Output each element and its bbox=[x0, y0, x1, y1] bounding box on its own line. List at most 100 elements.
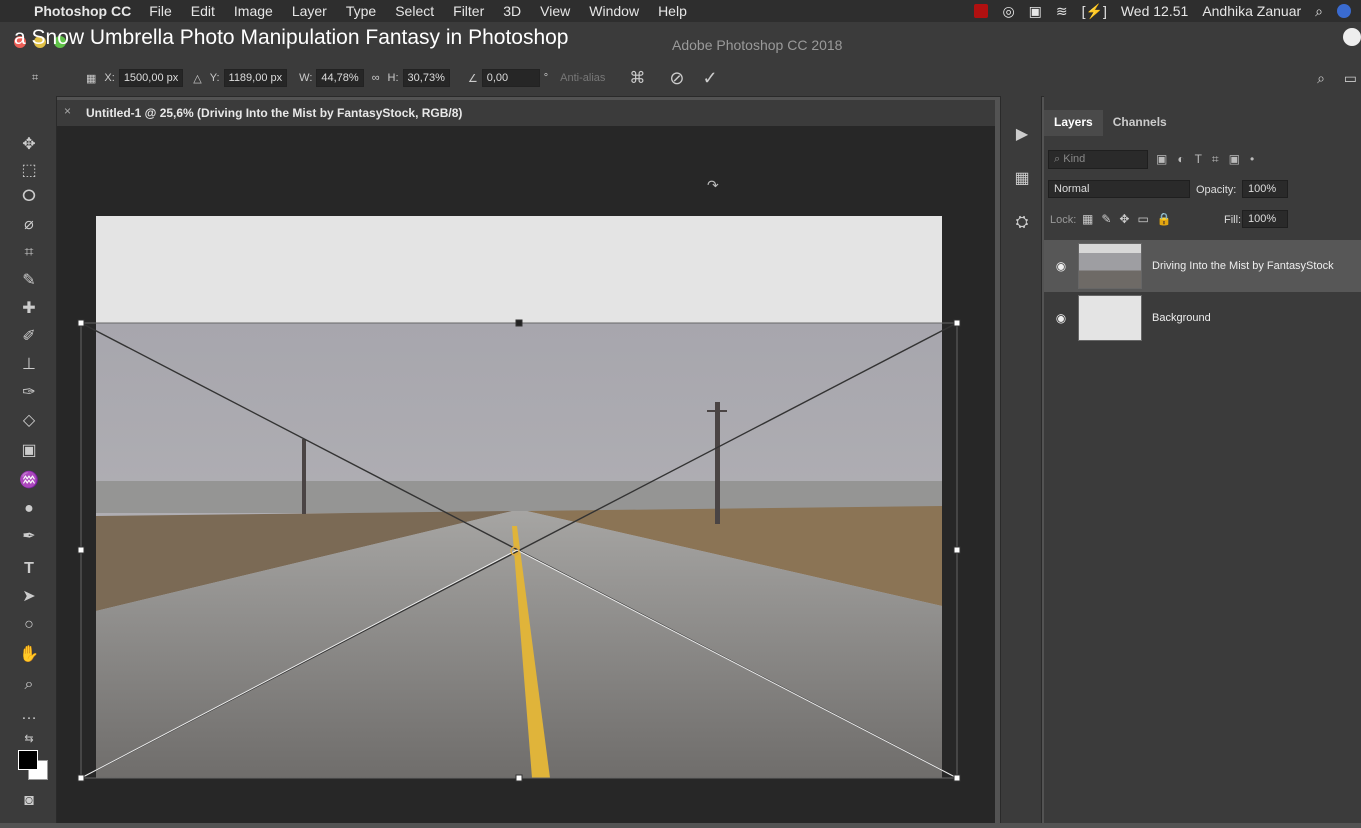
options-bar: ⌗ ▦ X: 1500,00 px △ Y: 1189,00 px W: 44,… bbox=[0, 60, 1361, 97]
foreground-color-swatch[interactable] bbox=[18, 750, 38, 770]
menu-bar: Photoshop CC File Edit Image Layer Type … bbox=[0, 0, 1361, 22]
tutorial-overlay-title: a Snow Umbrella Photo Manipulation Fanta… bbox=[14, 26, 569, 49]
eyedropper-tool-icon[interactable]: ✎ bbox=[16, 270, 42, 292]
quick-mask-icon[interactable]: ◙ bbox=[16, 790, 42, 812]
window-title: Adobe Photoshop CC 2018 bbox=[672, 37, 843, 53]
layer-thumbnail bbox=[1078, 243, 1142, 289]
delta-icon[interactable]: △ bbox=[193, 72, 201, 85]
eraser-tool-icon[interactable]: ◇ bbox=[16, 410, 42, 432]
user-name[interactable]: Andhika Zanuar bbox=[1202, 3, 1301, 19]
shape-tool-icon[interactable]: ○ bbox=[16, 614, 42, 636]
marquee-tool-icon[interactable]: ⬚ bbox=[16, 160, 42, 182]
x-label: X: bbox=[104, 72, 115, 84]
lock-label: Lock: bbox=[1050, 214, 1077, 226]
pen-tool-icon[interactable]: ✒ bbox=[16, 526, 42, 548]
crop-tool-icon[interactable]: ⌗ bbox=[16, 242, 42, 264]
menu-file[interactable]: File bbox=[149, 3, 172, 19]
brush-tool-icon[interactable]: ✐ bbox=[16, 326, 42, 348]
document-tab[interactable]: Untitled-1 @ 25,6% (Driving Into the Mis… bbox=[80, 100, 462, 126]
height-field[interactable]: 30,73% bbox=[402, 69, 450, 87]
tab-layers[interactable]: Layers bbox=[1044, 110, 1103, 136]
history-brush-tool-icon[interactable]: ✑ bbox=[16, 382, 42, 404]
visibility-eye-icon[interactable]: ◉ bbox=[1044, 259, 1078, 273]
lock-icons[interactable]: ▦✎✥▭🔒 bbox=[1082, 212, 1180, 226]
swap-colors-icon[interactable]: ⇆ bbox=[16, 728, 42, 750]
kind-filter[interactable]: ⌕ Kind bbox=[1048, 150, 1148, 169]
y-label: Y: bbox=[209, 72, 220, 84]
panel-icon-strip: ▶ ▦ ⛭ bbox=[1000, 96, 1042, 823]
more-tools-icon[interactable]: … bbox=[16, 704, 42, 726]
degree-symbol: ° bbox=[543, 72, 549, 84]
overlay-circle-icon bbox=[1343, 28, 1361, 46]
canvas-area[interactable]: ↷ bbox=[57, 126, 995, 823]
opacity-label: Opacity: bbox=[1196, 184, 1237, 196]
blend-mode-select[interactable]: Normal bbox=[1048, 180, 1190, 198]
menu-help[interactable]: Help bbox=[658, 3, 687, 19]
angle-icon: ∠ bbox=[467, 72, 478, 85]
layer-row-driving[interactable]: ◉ Driving Into the Mist by FantasyStock bbox=[1044, 240, 1361, 292]
menu-edit[interactable]: Edit bbox=[191, 3, 215, 19]
kind-filter-label: Kind bbox=[1063, 153, 1086, 165]
healing-brush-tool-icon[interactable]: ✚ bbox=[16, 298, 42, 320]
visibility-eye-icon[interactable]: ◉ bbox=[1044, 311, 1078, 325]
spotlight-search-icon[interactable]: ⌕ bbox=[1315, 3, 1323, 20]
menu-image[interactable]: Image bbox=[234, 3, 273, 19]
tools-panel: ✥ ⬚ ⵔ ⌀ ⌗ ✎ ✚ ✐ ⊥ ✑ ◇ ▣ ♒ ● ✒ T ➤ ○ ✋ ⌕ … bbox=[0, 96, 57, 823]
tab-channels[interactable]: Channels bbox=[1103, 110, 1177, 136]
link-icon[interactable]: ∞ bbox=[372, 72, 380, 84]
commit-transform-icon[interactable]: ✓ bbox=[702, 68, 717, 89]
path-selection-tool-icon[interactable]: ➤ bbox=[16, 586, 42, 608]
clock[interactable]: Wed 12.51 bbox=[1121, 3, 1188, 19]
search-icon[interactable]: ⌕ bbox=[1317, 70, 1325, 87]
dodge-tool-icon[interactable]: ● bbox=[16, 498, 42, 520]
angle-field[interactable]: 0,00 bbox=[481, 69, 540, 87]
menu-view[interactable]: View bbox=[540, 3, 570, 19]
battery-icon[interactable]: [⚡] bbox=[1082, 3, 1107, 20]
wifi-icon[interactable]: ≋ bbox=[1056, 3, 1068, 20]
blur-tool-icon[interactable]: ♒ bbox=[16, 470, 42, 492]
app-menu[interactable]: Photoshop CC bbox=[34, 3, 131, 19]
menu-select[interactable]: Select bbox=[395, 3, 434, 19]
record-icon[interactable] bbox=[974, 4, 989, 18]
menu-window[interactable]: Window bbox=[589, 3, 639, 19]
y-field[interactable]: 1189,00 px bbox=[223, 69, 288, 87]
w-label: W: bbox=[299, 72, 313, 84]
layer-name: Background bbox=[1152, 312, 1211, 324]
panel-tabs: Layers Channels bbox=[1044, 110, 1177, 136]
canvas-svg: ↷ bbox=[77, 178, 961, 782]
fill-field[interactable]: 100% bbox=[1242, 210, 1288, 228]
notification-icon[interactable]: ▣ bbox=[1029, 3, 1042, 20]
gradient-tool-icon[interactable]: ▣ bbox=[16, 440, 42, 462]
hand-tool-icon[interactable]: ✋ bbox=[16, 644, 42, 666]
x-field[interactable]: 1500,00 px bbox=[118, 69, 184, 87]
menu-layer[interactable]: Layer bbox=[292, 3, 327, 19]
workspace-icon[interactable]: ▭ bbox=[1344, 70, 1357, 87]
siri-icon[interactable] bbox=[1337, 4, 1351, 18]
layer-row-background[interactable]: ◉ Background bbox=[1044, 292, 1361, 344]
quick-selection-tool-icon[interactable]: ⌀ bbox=[16, 214, 42, 236]
properties-icon[interactable]: ⛭ bbox=[1011, 214, 1033, 236]
warp-icon[interactable]: ⌘ bbox=[629, 68, 645, 88]
opacity-field[interactable]: 100% bbox=[1242, 180, 1288, 198]
clone-stamp-tool-icon[interactable]: ⊥ bbox=[16, 354, 42, 376]
menu-type[interactable]: Type bbox=[346, 3, 376, 19]
menu-filter[interactable]: Filter bbox=[453, 3, 484, 19]
layer-thumbnail bbox=[1078, 295, 1142, 341]
transform-tool-icon[interactable]: ⌗ bbox=[32, 72, 54, 85]
width-field[interactable]: 44,78% bbox=[316, 69, 364, 87]
filter-icons[interactable]: ▣◐T⌗▣• bbox=[1156, 152, 1264, 167]
cancel-transform-icon[interactable]: ⊘ bbox=[669, 68, 684, 89]
menu-3d[interactable]: 3D bbox=[503, 3, 521, 19]
rotate-cursor-icon: ↷ bbox=[707, 178, 719, 194]
move-tool-icon[interactable]: ✥ bbox=[16, 134, 42, 156]
lasso-tool-icon[interactable]: ⵔ bbox=[16, 186, 42, 208]
layer-name: Driving Into the Mist by FantasyStock bbox=[1152, 260, 1334, 272]
reference-point-icon[interactable]: ▦ bbox=[86, 72, 96, 85]
antialias-checkbox[interactable]: Anti-alias bbox=[560, 72, 605, 84]
play-actions-icon[interactable]: ▶ bbox=[1011, 124, 1033, 146]
creative-cloud-icon[interactable]: ◎ bbox=[1002, 3, 1014, 20]
close-tab-icon[interactable]: × bbox=[64, 104, 71, 118]
type-tool-icon[interactable]: T bbox=[16, 558, 42, 580]
grid-swatches-icon[interactable]: ▦ bbox=[1011, 168, 1033, 190]
zoom-tool-icon[interactable]: ⌕ bbox=[16, 674, 42, 696]
